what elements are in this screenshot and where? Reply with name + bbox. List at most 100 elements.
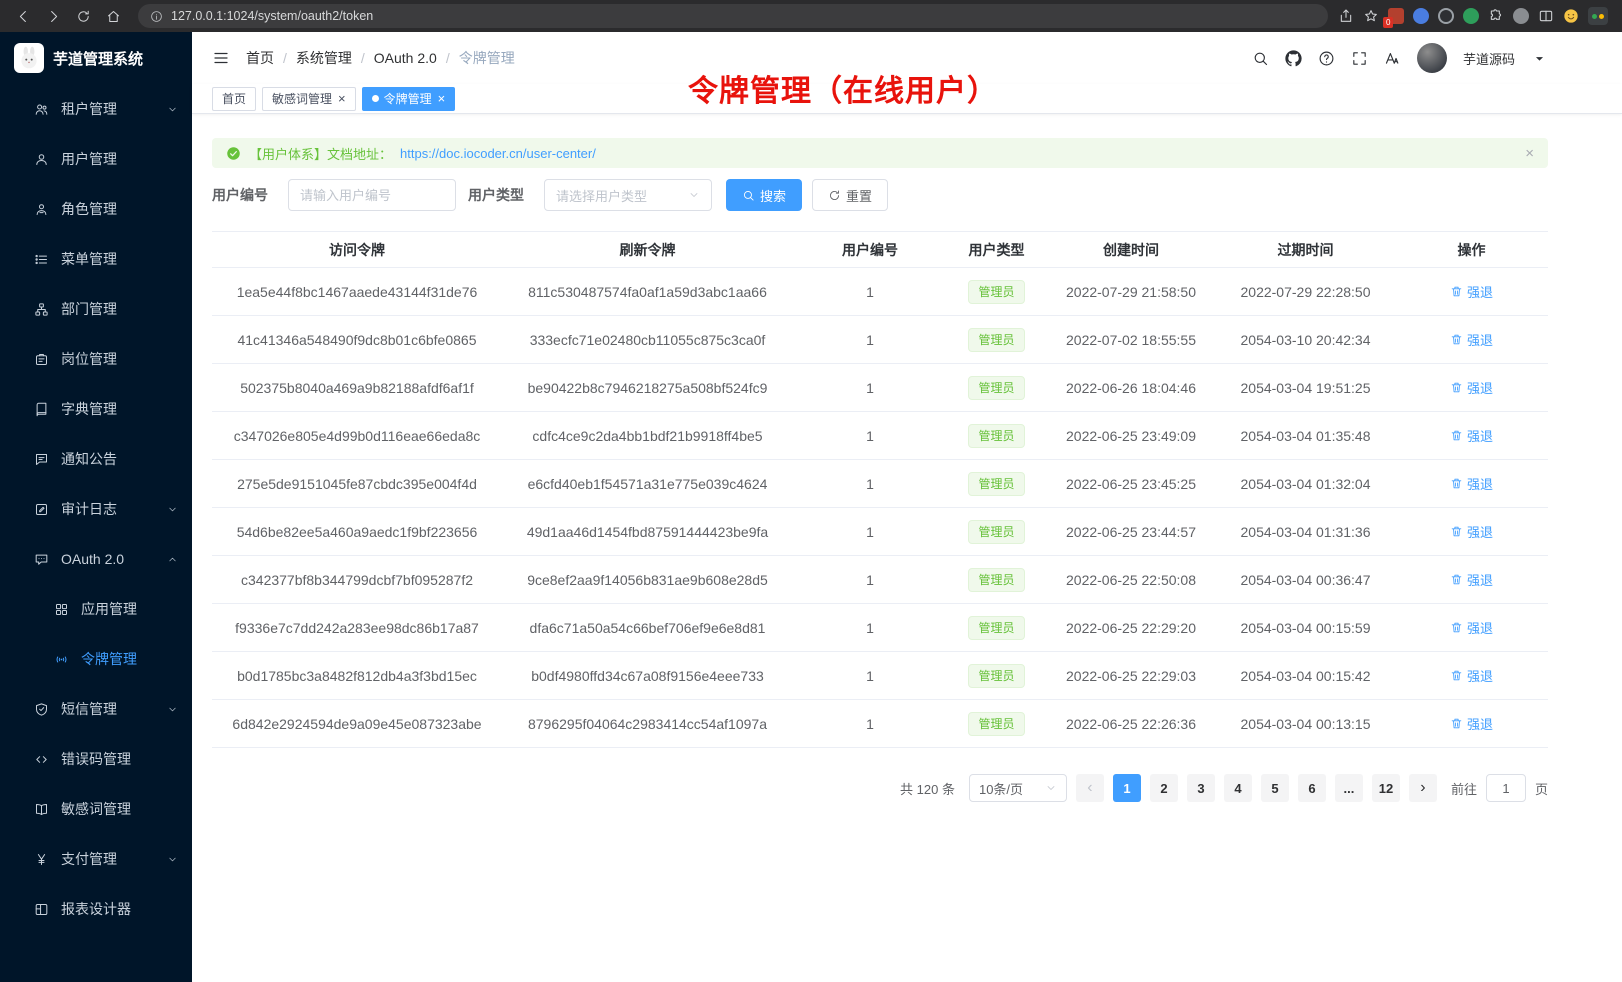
user-type-select[interactable]: 请选择用户类型 [544,179,712,211]
breadcrumb-item[interactable]: OAuth 2.0 [374,50,437,66]
sidebar-item-menu[interactable]: 菜单管理 [0,234,192,284]
access-token-cell: 6d842e2924594de9a09e45e087323abe [212,700,502,748]
forward-button[interactable] [40,3,66,29]
bookmark-star-icon[interactable] [1363,8,1379,24]
expire-time-cell: 2054-03-04 00:36:47 [1216,556,1395,604]
page-button-1[interactable]: 1 [1113,774,1141,802]
home-button[interactable] [100,3,126,29]
app-icon [54,602,69,617]
force-logout-button[interactable]: 强退 [1450,330,1493,349]
force-logout-button[interactable]: 强退 [1450,666,1493,685]
adblock-extension-icon[interactable]: 0 [1388,8,1404,24]
split-view-icon[interactable] [1538,8,1554,24]
create-time-cell: 2022-06-25 23:44:57 [1046,508,1216,556]
page-content: 【用户体系】文档地址： https://doc.iocoder.cn/user-… [192,114,1622,802]
page-button-3[interactable]: 3 [1187,774,1215,802]
address-bar[interactable]: 127.0.0.1:1024/system/oauth2/token [138,4,1328,28]
sidebar-item-oauth2[interactable]: OAuth 2.0 [0,534,192,584]
sidebar-item-report[interactable]: 报表设计器 [0,884,192,934]
reload-button[interactable] [70,3,96,29]
refresh-token-cell: 333ecfc71e02480cb11055c875c3ca0f [502,316,793,364]
green-extension-icon[interactable] [1463,8,1479,24]
share-icon[interactable] [1338,8,1354,24]
tab-close-icon[interactable]: × [338,92,346,105]
sidebar-item-pay[interactable]: 支付管理 [0,834,192,884]
user-id-cell: 1 [793,652,947,700]
profile-emoji-avatar[interactable] [1563,8,1579,24]
page-size-select[interactable]: 10条/页 [969,774,1067,802]
delete-icon [1450,525,1463,538]
sidebar-item-audit-log[interactable]: 审计日志 [0,484,192,534]
alert-close-icon[interactable]: × [1525,145,1534,162]
back-button[interactable] [10,3,36,29]
caret-down-icon[interactable] [1531,50,1548,67]
browser-extensions-area: 0 [1338,7,1614,25]
tab-token[interactable]: 令牌管理× [362,87,456,111]
github-icon[interactable] [1285,50,1302,67]
sidebar-item-tenant[interactable]: 租户管理 [0,84,192,134]
user-id-cell: 1 [793,268,947,316]
prev-page-button[interactable]: ‹ [1076,774,1104,802]
sidebar-item-post[interactable]: 岗位管理 [0,334,192,384]
delete-icon [1450,573,1463,586]
site-info-icon[interactable] [150,10,163,23]
force-logout-button[interactable]: 强退 [1450,474,1493,493]
blue-extension-icon[interactable] [1413,8,1429,24]
doc-link[interactable]: https://doc.iocoder.cn/user-center/ [400,146,596,161]
page-button-4[interactable]: 4 [1224,774,1252,802]
create-time-cell: 2022-06-25 23:45:25 [1046,460,1216,508]
force-logout-button[interactable]: 强退 [1450,522,1493,541]
total-count: 共 120 条 [900,779,955,798]
profile-avatar[interactable] [1588,7,1608,25]
expire-time-cell: 2022-07-29 22:28:50 [1216,268,1395,316]
force-logout-button[interactable]: 强退 [1450,618,1493,637]
app-logo[interactable]: 芋道管理系统 [0,32,192,84]
sidebar-item-dept[interactable]: 部门管理 [0,284,192,334]
force-logout-button[interactable]: 强退 [1450,378,1493,397]
font-size-icon[interactable] [1384,50,1401,67]
chevron-down-icon [1045,782,1057,794]
sidebar-item-error-code[interactable]: 错误码管理 [0,734,192,784]
force-logout-button[interactable]: 强退 [1450,714,1493,733]
sidebar-item-user[interactable]: 用户管理 [0,134,192,184]
sidebar-item-role[interactable]: 角色管理 [0,184,192,234]
sidebar-item-oauth2-app[interactable]: 应用管理 [0,584,192,634]
user-id-cell: 1 [793,364,947,412]
user-id-input[interactable] [288,179,456,211]
gray-extension-icon[interactable] [1513,8,1529,24]
next-page-button[interactable]: › [1409,774,1437,802]
tab-close-icon[interactable]: × [438,92,446,105]
user-name[interactable]: 芋道源码 [1463,49,1515,68]
force-logout-button[interactable]: 强退 [1450,570,1493,589]
force-logout-button[interactable]: 强退 [1450,282,1493,301]
tab-home[interactable]: 首页 [212,87,256,111]
org-tree-icon [34,302,49,317]
page-button-2[interactable]: 2 [1150,774,1178,802]
tab-sensitive-word[interactable]: 敏感词管理× [262,87,356,111]
breadcrumb-item[interactable]: 令牌管理 [459,48,515,68]
breadcrumb-item[interactable]: 首页 [246,48,274,68]
menu-collapse-icon[interactable] [212,49,230,67]
sidebar-item-sms[interactable]: 短信管理 [0,684,192,734]
create-time-cell: 2022-07-29 21:58:50 [1046,268,1216,316]
fullscreen-icon[interactable] [1351,50,1368,67]
dark-extension-icon[interactable] [1438,8,1454,24]
breadcrumb-item[interactable]: 系统管理 [296,48,352,68]
search-button[interactable]: 搜索 [726,179,802,211]
goto-page-input[interactable] [1486,774,1526,802]
sidebar-item-oauth2-token[interactable]: 令牌管理 [0,634,192,684]
page-button-5[interactable]: 5 [1261,774,1289,802]
sidebar-item-sensitive-word[interactable]: 敏感词管理 [0,784,192,834]
page-button-...[interactable]: ... [1335,774,1363,802]
extensions-puzzle-icon[interactable] [1488,8,1504,24]
user-avatar[interactable] [1417,43,1447,73]
question-icon[interactable] [1318,50,1335,67]
page-button-6[interactable]: 6 [1298,774,1326,802]
search-icon[interactable] [1252,50,1269,67]
sidebar-item-notice[interactable]: 通知公告 [0,434,192,484]
sidebar-item-label: 菜单管理 [61,249,117,269]
reset-button[interactable]: 重置 [812,179,888,211]
sidebar-item-dict[interactable]: 字典管理 [0,384,192,434]
page-button-12[interactable]: 12 [1372,774,1400,802]
force-logout-button[interactable]: 强退 [1450,426,1493,445]
